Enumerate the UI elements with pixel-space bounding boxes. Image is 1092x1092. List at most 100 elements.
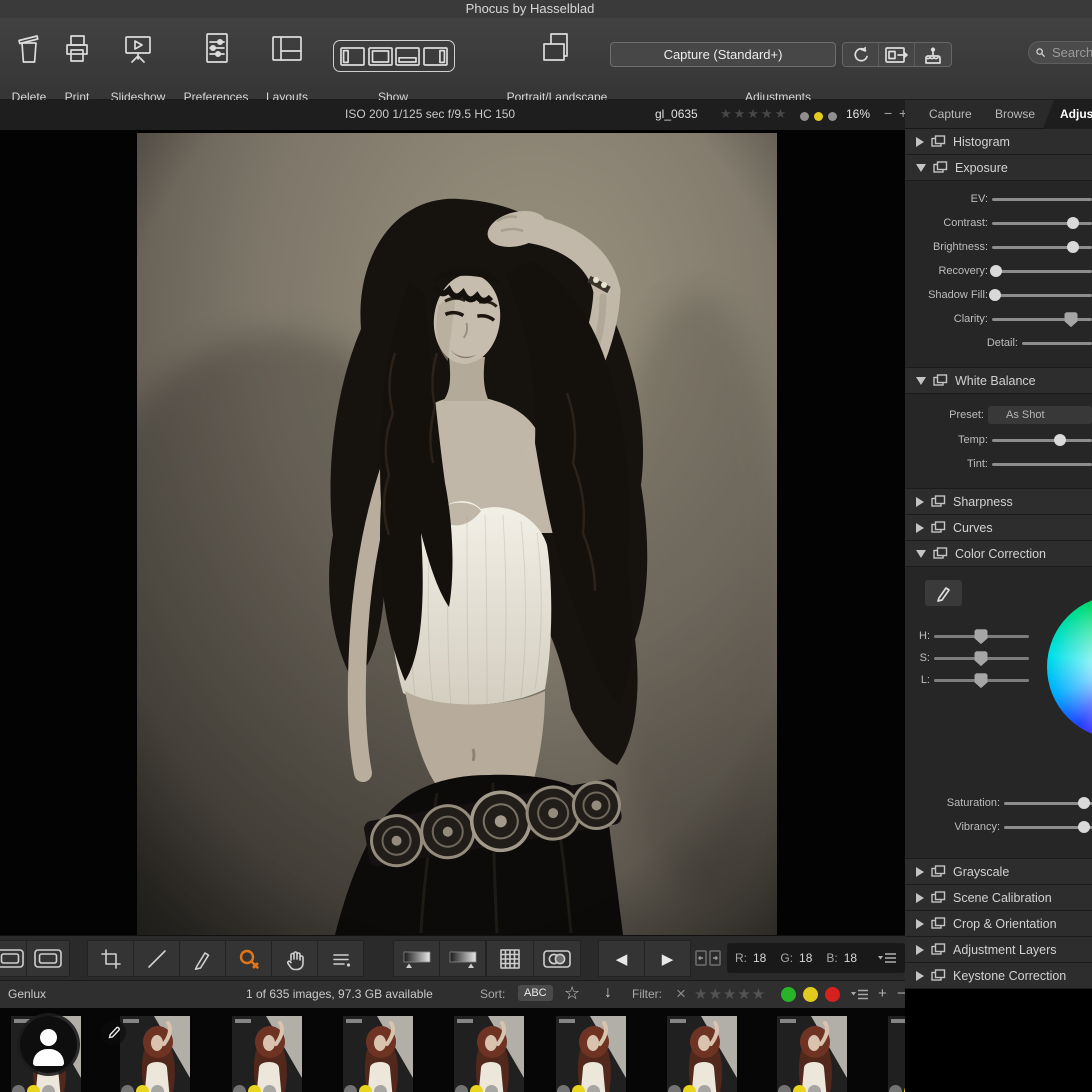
slider-thumb[interactable]	[1078, 821, 1090, 833]
tint-slider[interactable]	[992, 463, 1092, 466]
section-grayscale[interactable]: Grayscale	[905, 859, 1092, 885]
brightness-slider[interactable]	[992, 246, 1092, 249]
color-pick-eyedropper-button[interactable]	[925, 580, 962, 606]
reset-adjustments-button[interactable]	[843, 43, 879, 66]
thumbnail-3[interactable]	[232, 1016, 302, 1092]
grid-overlay-button[interactable]	[487, 941, 533, 976]
section-color-correction[interactable]: Color Correction	[905, 541, 1092, 567]
slider-thumb[interactable]	[1078, 797, 1090, 809]
sort-by-rating-button[interactable]: ☆	[564, 983, 580, 1004]
viewer-canvas[interactable]	[0, 130, 905, 935]
soft-proof-button[interactable]	[534, 941, 580, 976]
show-view-segmented-control[interactable]	[333, 40, 455, 72]
section-crop-orientation[interactable]: Crop & Orientation	[905, 911, 1092, 937]
crop-tool-button[interactable]	[88, 941, 133, 976]
thumb-size-decrease-button[interactable]: −	[897, 985, 906, 1002]
search-input[interactable]	[1050, 44, 1092, 61]
filter-clear-button[interactable]: ×	[676, 984, 686, 1004]
yellow-label-dot[interactable]	[814, 112, 823, 121]
profile-avatar[interactable]	[20, 1016, 77, 1073]
tab-capture[interactable]: Capture	[929, 107, 972, 121]
fullscreen-view-button[interactable]	[27, 941, 69, 976]
delete-button[interactable]: Delete	[6, 26, 52, 72]
capture-preset-dropdown[interactable]: Capture (Standard+)	[610, 42, 836, 67]
zoom-tool-button[interactable]	[226, 941, 271, 976]
slider-pin-thumb[interactable]	[975, 651, 988, 666]
slider-thumb[interactable]	[990, 265, 1002, 277]
eyedropper-tool-button[interactable]	[180, 941, 225, 976]
preset-cake-button[interactable]	[915, 43, 951, 66]
recovery-slider[interactable]	[992, 270, 1092, 273]
compare-images-button[interactable]	[694, 947, 722, 974]
next-image-button[interactable]: ▶	[645, 941, 690, 976]
highlight-warning-button[interactable]	[440, 941, 485, 976]
section-histogram[interactable]: Histogram	[905, 129, 1092, 155]
slider-thumb[interactable]	[1054, 434, 1066, 446]
gray-label-dot[interactable]	[800, 112, 809, 121]
print-button[interactable]: Print	[57, 26, 97, 72]
thumbnail-9[interactable]	[888, 1016, 905, 1092]
filter-yellow-dot[interactable]	[803, 987, 818, 1005]
star-rating-control[interactable]: ★★★★★	[720, 106, 788, 122]
contrast-slider[interactable]	[992, 222, 1092, 225]
photo-image[interactable]	[137, 133, 777, 935]
filter-star-rating[interactable]: ★★★★★	[694, 985, 766, 1003]
copy-adjustments-button[interactable]	[879, 43, 915, 66]
thumbnail-2-selected[interactable]	[120, 1016, 190, 1092]
filter-green-dot[interactable]	[781, 987, 796, 1005]
saturation-slider[interactable]	[1004, 802, 1092, 805]
slider-pin-thumb[interactable]	[1065, 312, 1078, 327]
slider-thumb[interactable]	[1067, 241, 1079, 253]
thumb-size-increase-button[interactable]: +	[878, 985, 887, 1002]
thumbnail-5[interactable]	[454, 1016, 524, 1092]
pan-tool-button[interactable]	[272, 941, 317, 976]
section-curves[interactable]: Curves	[905, 515, 1092, 541]
wb-preset-dropdown[interactable]: As Shot	[988, 406, 1092, 424]
preferences-button[interactable]: Preferences	[172, 26, 260, 72]
zoom-out-button[interactable]: −	[884, 105, 892, 121]
sort-mode-button[interactable]: ABC	[518, 985, 553, 1001]
portrait-landscape-button[interactable]: Portrait/Landscape	[497, 26, 617, 72]
readout-options-icon[interactable]	[877, 952, 897, 964]
color-wheel[interactable]	[1047, 595, 1092, 739]
filter-red-dot[interactable]	[825, 987, 840, 1005]
thumbnail-6[interactable]	[556, 1016, 626, 1092]
section-white-balance[interactable]: White Balance	[905, 368, 1092, 394]
temp-slider-row: Temp:	[905, 428, 1092, 452]
tab-adjustments[interactable]: Adjustments	[1043, 100, 1092, 129]
thumbnail-7[interactable]	[667, 1016, 737, 1092]
detail-slider[interactable]	[1022, 342, 1092, 345]
gray-label-dot[interactable]	[828, 112, 837, 121]
hue-slider[interactable]	[934, 635, 1029, 638]
tab-browse[interactable]: Browse	[995, 107, 1035, 121]
slider-thumb[interactable]	[1067, 217, 1079, 229]
contrast-slider-row: Contrast:	[905, 211, 1092, 235]
slider-pin-thumb[interactable]	[975, 629, 988, 644]
temp-slider[interactable]	[992, 439, 1092, 442]
section-sharpness[interactable]: Sharpness	[905, 489, 1092, 515]
sort-direction-button[interactable]: ↓	[604, 984, 612, 1002]
search-field[interactable]	[1028, 41, 1092, 64]
shadow-warning-button[interactable]	[394, 941, 439, 976]
thumbnail-4[interactable]	[343, 1016, 413, 1092]
thumb-size-options-icon[interactable]	[851, 989, 869, 1004]
l-slider[interactable]	[934, 679, 1029, 682]
section-adjustment-layers[interactable]: Adjustment Layers	[905, 937, 1092, 963]
straighten-tool-button[interactable]	[134, 941, 179, 976]
previous-image-button[interactable]: ◀	[599, 941, 644, 976]
s-slider[interactable]	[934, 657, 1029, 660]
section-exposure[interactable]: Exposure	[905, 155, 1092, 181]
color-label-control[interactable]	[800, 110, 837, 124]
shadow-fill-slider[interactable]	[992, 294, 1092, 297]
section-keystone-correction[interactable]: Keystone Correction	[905, 963, 1092, 989]
layouts-button[interactable]: Layouts	[258, 26, 316, 72]
slideshow-button[interactable]: Slideshow	[105, 26, 171, 72]
ev-slider[interactable]	[992, 198, 1092, 201]
tool-options-menu-button[interactable]	[318, 941, 363, 976]
section-scene-calibration[interactable]: Scene Calibration	[905, 885, 1092, 911]
vibrancy-slider[interactable]	[1004, 826, 1092, 829]
slider-thumb[interactable]	[989, 289, 1001, 301]
clarity-slider[interactable]	[992, 318, 1092, 321]
thumbnail-8[interactable]	[777, 1016, 847, 1092]
slider-pin-thumb[interactable]	[975, 673, 988, 688]
